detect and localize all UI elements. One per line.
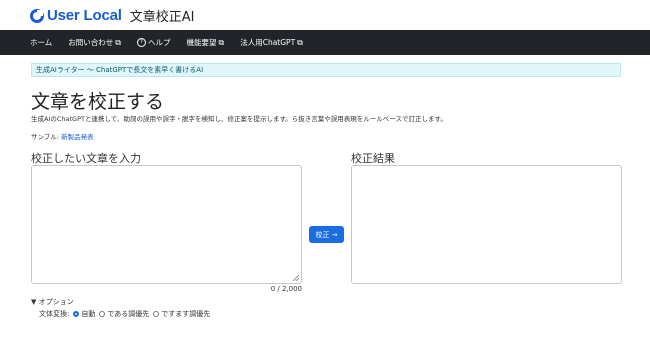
radio-dearu-label[interactable]: である調優先 xyxy=(107,309,149,319)
page-title: 文章を校正する xyxy=(31,91,165,113)
navbar: ホーム お問い合わせ ⧉ ? ヘルプ 機能要望 ⧉ 法人用ChatGPT ⧉ xyxy=(0,30,650,55)
radio-auto-label[interactable]: 自動 xyxy=(81,309,95,319)
promo-banner-text: 生成AIライター 〜 ChatGPTで長文を素早く書けるAI xyxy=(36,66,204,74)
app-title: 文章校正AI xyxy=(129,10,195,25)
nav-help[interactable]: ? ヘルプ xyxy=(137,37,171,48)
nav-corporate[interactable]: 法人用ChatGPT ⧉ xyxy=(240,37,303,48)
promo-banner[interactable]: 生成AIライター 〜 ChatGPTで長文を素早く書けるAI xyxy=(31,63,621,77)
nav-help-label: ヘルプ xyxy=(148,38,171,47)
radio-auto[interactable] xyxy=(73,311,80,317)
sample-label: サンプル: xyxy=(31,133,59,141)
input-label: 校正したい文章を入力 xyxy=(31,152,141,165)
proofread-button[interactable]: 校正 → xyxy=(309,226,344,243)
style-label: 文体変換: xyxy=(39,310,70,318)
radio-dearu[interactable] xyxy=(99,311,106,317)
radio-desumasu[interactable] xyxy=(153,311,160,317)
logo[interactable]: User Local 文章校正AI xyxy=(30,6,194,25)
external-link-icon: ⧉ xyxy=(218,37,225,47)
radio-desumasu-label[interactable]: ですます調優先 xyxy=(161,309,210,319)
style-options: 文体変換: 自動 である調優先 ですます調優先 xyxy=(39,309,210,319)
header: User Local 文章校正AI xyxy=(0,0,650,30)
sample-row: サンプル: 新製品発表 xyxy=(31,131,94,141)
nav-feature-request[interactable]: 機能要望 ⧉ xyxy=(187,37,225,48)
char-counter: 0 / 2,000 xyxy=(270,285,302,293)
resize-handle-icon[interactable] xyxy=(293,275,299,281)
logo-text: User Local xyxy=(47,7,122,24)
question-circle-icon: ? xyxy=(137,38,146,47)
external-link-icon: ⧉ xyxy=(297,37,303,47)
page-description: 生成AIのChatGPTと連携して、助詞の誤用や誤字・脱字を検知し、修正案を提示… xyxy=(31,115,447,123)
options-toggle[interactable]: ▼ オプション xyxy=(31,297,74,307)
nav-contact[interactable]: お問い合わせ ⧉ xyxy=(68,37,121,48)
logo-mark-icon xyxy=(30,8,44,23)
result-output xyxy=(351,165,622,284)
nav-contact-label: お問い合わせ xyxy=(68,38,114,47)
result-label: 校正結果 xyxy=(351,152,395,165)
nav-home-label: ホーム xyxy=(30,38,53,47)
nav-home[interactable]: ホーム xyxy=(30,37,52,48)
external-link-icon: ⧉ xyxy=(115,37,121,47)
nav-feature-request-label: 機能要望 xyxy=(186,38,217,47)
nav-corporate-label: 法人用ChatGPT xyxy=(240,38,296,47)
sample-link[interactable]: 新製品発表 xyxy=(61,133,94,141)
text-input[interactable] xyxy=(31,165,302,284)
